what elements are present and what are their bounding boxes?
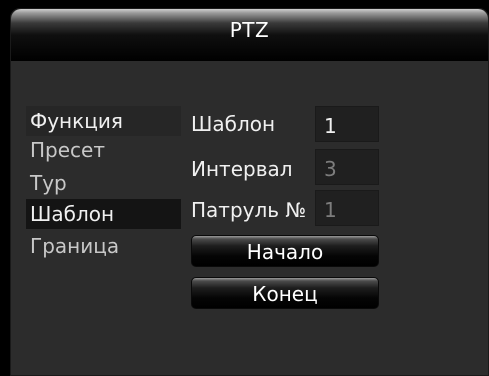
dialog-title: PTZ bbox=[229, 18, 270, 42]
menu-item-border[interactable]: Граница bbox=[26, 231, 181, 261]
interval-label: Интервал bbox=[191, 157, 293, 181]
patrol-field[interactable]: 1 bbox=[315, 190, 379, 226]
pattern-label: Шаблон bbox=[191, 112, 276, 136]
menu-item-tour[interactable]: Тур bbox=[26, 168, 181, 198]
title-bar[interactable]: PTZ bbox=[11, 9, 488, 61]
start-button[interactable]: Начало bbox=[191, 235, 379, 267]
menu-item-function[interactable]: Функция bbox=[26, 106, 181, 136]
pattern-field[interactable]: 1 bbox=[315, 106, 379, 142]
ptz-dialog: PTZ Функция Пресет Тур Шаблон Граница Ша… bbox=[10, 8, 489, 376]
end-button[interactable]: Конец bbox=[191, 277, 379, 309]
menu-item-pattern[interactable]: Шаблон bbox=[26, 199, 181, 229]
interval-field[interactable]: 3 bbox=[315, 149, 379, 185]
menu-item-preset[interactable]: Пресет bbox=[26, 135, 181, 165]
patrol-label: Патруль № bbox=[191, 198, 307, 222]
